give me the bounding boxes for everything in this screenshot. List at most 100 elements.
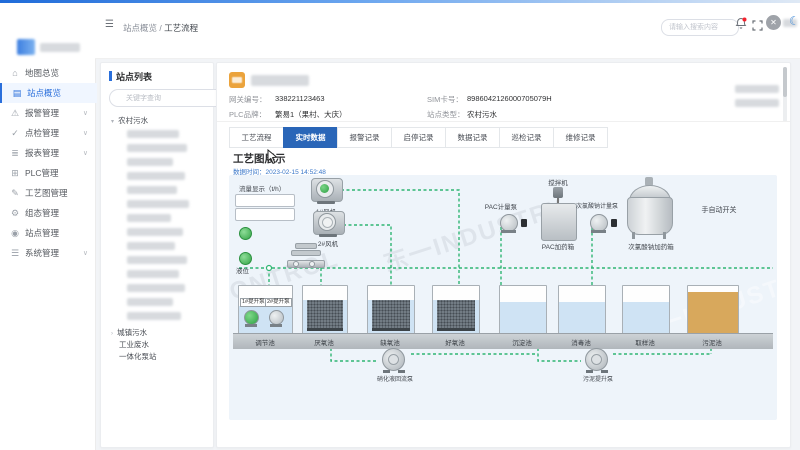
site-entry-blurred[interactable]	[127, 270, 179, 278]
pac-dosing-tank-icon[interactable]	[541, 187, 575, 239]
fullscreen-icon[interactable]	[752, 18, 763, 36]
level-label: 液位	[236, 265, 249, 275]
biofilm-media	[372, 300, 410, 331]
tank-label: 污泥池	[690, 337, 734, 347]
keyword-search-input[interactable]	[109, 89, 225, 107]
sidebar-item-inspection[interactable]: ✓ 点检管理 ∨	[0, 123, 95, 143]
site-entry-blurred[interactable]	[127, 144, 187, 152]
theme-moon-icon[interactable]: ☾	[789, 14, 800, 28]
sidebar-item-label: 报表管理	[25, 147, 59, 159]
fan-2-icon[interactable]	[313, 211, 343, 237]
tab-startstop-records[interactable]: 启停记录	[391, 127, 446, 148]
sidebar-item-report[interactable]: ≣ 报表管理 ∨	[0, 143, 95, 163]
sludge-lift-pump-icon[interactable]	[581, 348, 614, 373]
flow-value-box-2	[235, 208, 295, 221]
tab-realtime-data[interactable]: 实时数据	[283, 127, 338, 148]
main-content-card: 网关编号： 338221123463 SIM卡号： 89860421260007…	[216, 62, 791, 448]
chevron-down-icon: ∨	[83, 129, 88, 137]
breadcrumb: 站点概览 / 工艺流程	[123, 22, 198, 34]
divider	[217, 121, 790, 122]
header-action-blurred[interactable]	[735, 85, 779, 93]
site-entry-blurred[interactable]	[127, 158, 173, 166]
reflux-pump-label: 硝化液回流泵	[366, 374, 424, 383]
tank-label: 取样池	[623, 337, 667, 347]
avatar[interactable]: ✕	[766, 15, 781, 30]
site-name-blurred	[251, 75, 309, 86]
sludge-pump-label: 污泥提升泵	[571, 374, 625, 383]
nitrification-reflux-pump-icon[interactable]	[378, 348, 411, 373]
plc-brand-value: 繁易1（果村、大庆）	[275, 109, 347, 120]
flow-display-label: 流量显示（t/h）	[239, 183, 285, 193]
tank-sampling[interactable]	[622, 285, 670, 335]
tab-patrol-records[interactable]: 巡检记录	[499, 127, 554, 148]
site-entry-blurred[interactable]	[127, 130, 179, 138]
field-label: 网关编号：	[229, 94, 267, 105]
alarm-icon: ⚠	[10, 108, 20, 119]
process-diagram: CONTROL 东一INDUSTRY 东一INDUSTRY	[229, 175, 777, 420]
sidebar-item-system[interactable]: ☰ 系统管理 ∨	[0, 243, 95, 263]
tank-disinfection[interactable]	[558, 285, 606, 335]
sidebar-item-alarm[interactable]: ⚠ 报警管理 ∨	[0, 103, 95, 123]
tank-label: 调节池	[243, 337, 287, 347]
site-entry-blurred[interactable]	[127, 200, 189, 208]
sidebar-item-map-overview[interactable]: ⌂ 地图总览	[0, 63, 95, 83]
tank-regulation[interactable]: 1#提升泵 2#提升泵	[238, 285, 293, 335]
naclo-dosing-tank-icon[interactable]	[627, 177, 671, 239]
tree-group-rural-sewage[interactable]: ▾ 农村污水	[111, 115, 148, 126]
tank-label: 缺氧池	[368, 337, 412, 347]
pac-metering-pump-icon[interactable]	[499, 213, 521, 233]
sidebar-item-process-diagram[interactable]: ✎ 工艺图管理	[0, 183, 95, 203]
header-action-blurred[interactable]	[735, 99, 779, 107]
water-fill	[623, 302, 669, 334]
field-label: SIM卡号：	[427, 94, 463, 105]
status-led	[239, 227, 252, 240]
global-search-input[interactable]	[661, 19, 739, 36]
site-entry-blurred[interactable]	[127, 284, 185, 292]
sidebar-item-plc[interactable]: ⊞ PLC管理	[0, 163, 95, 183]
tank-aerobic[interactable]	[432, 285, 480, 335]
site-entry-blurred[interactable]	[127, 214, 171, 222]
site-entry-blurred[interactable]	[127, 298, 173, 306]
sidebar-item-config[interactable]: ⚙ 组态管理	[0, 203, 95, 223]
chevron-down-icon: ∨	[83, 149, 88, 157]
tank-anoxic[interactable]	[367, 285, 415, 335]
tank-label: 沉淀池	[500, 337, 544, 347]
site-entry-blurred[interactable]	[127, 256, 187, 264]
lift-pump-2-icon[interactable]	[269, 310, 284, 327]
scrollbar-thumb[interactable]	[783, 67, 787, 97]
tab-process-flow[interactable]: 工艺流程	[229, 127, 284, 148]
lift-pump-1-icon[interactable]	[244, 310, 259, 327]
tab-maintenance-records[interactable]: 维修记录	[553, 127, 608, 148]
site-entry-blurred[interactable]	[127, 172, 185, 180]
site-entry-blurred[interactable]	[127, 186, 177, 194]
tank-label: 厌氧池	[302, 337, 346, 347]
scrollbar-track[interactable]	[783, 67, 787, 122]
breadcrumb-root[interactable]: 站点概览	[123, 23, 157, 33]
sidebar-item-station[interactable]: ◉ 站点管理	[0, 223, 95, 243]
site-entry-blurred[interactable]	[127, 228, 183, 236]
collapse-menu-icon[interactable]: ☰	[105, 19, 114, 30]
tree-group-integrated-pump-station[interactable]: 一体化泵站	[119, 351, 157, 362]
sim-number-value: 8986042126000705079H	[467, 94, 552, 103]
site-entry-blurred[interactable]	[127, 242, 175, 250]
sidebar-item-site-overview[interactable]: ▤ 站点概览	[0, 83, 97, 103]
field-label: 站点类型：	[427, 109, 465, 120]
tree-group-industrial-wastewater[interactable]: 工业废水	[119, 339, 149, 350]
notification-bell-icon[interactable]	[735, 17, 747, 35]
tank-label: 好氧池	[433, 337, 477, 347]
fan-1-icon[interactable]	[311, 178, 341, 204]
naclo-tank-label: 次氯酸钠加药箱	[621, 241, 681, 251]
process-diagram-icon: ✎	[10, 188, 20, 199]
sidebar-item-label: 站点管理	[25, 227, 59, 239]
tree-group-town-sewage[interactable]: › 城镇污水	[111, 327, 147, 338]
chevron-down-icon: ∨	[83, 249, 88, 257]
tank-sedimentation[interactable]	[499, 285, 547, 335]
site-entry-blurred[interactable]	[127, 312, 181, 320]
config-icon: ⚙	[10, 208, 20, 219]
tab-data-records[interactable]: 数据记录	[445, 127, 500, 148]
tank-sludge[interactable]	[687, 285, 739, 335]
tab-alarm-records[interactable]: 报警记录	[337, 127, 392, 148]
naclo-metering-pump-icon[interactable]	[589, 213, 611, 233]
sidebar-item-label: 站点概览	[27, 87, 61, 99]
tank-anaerobic[interactable]	[302, 285, 348, 335]
